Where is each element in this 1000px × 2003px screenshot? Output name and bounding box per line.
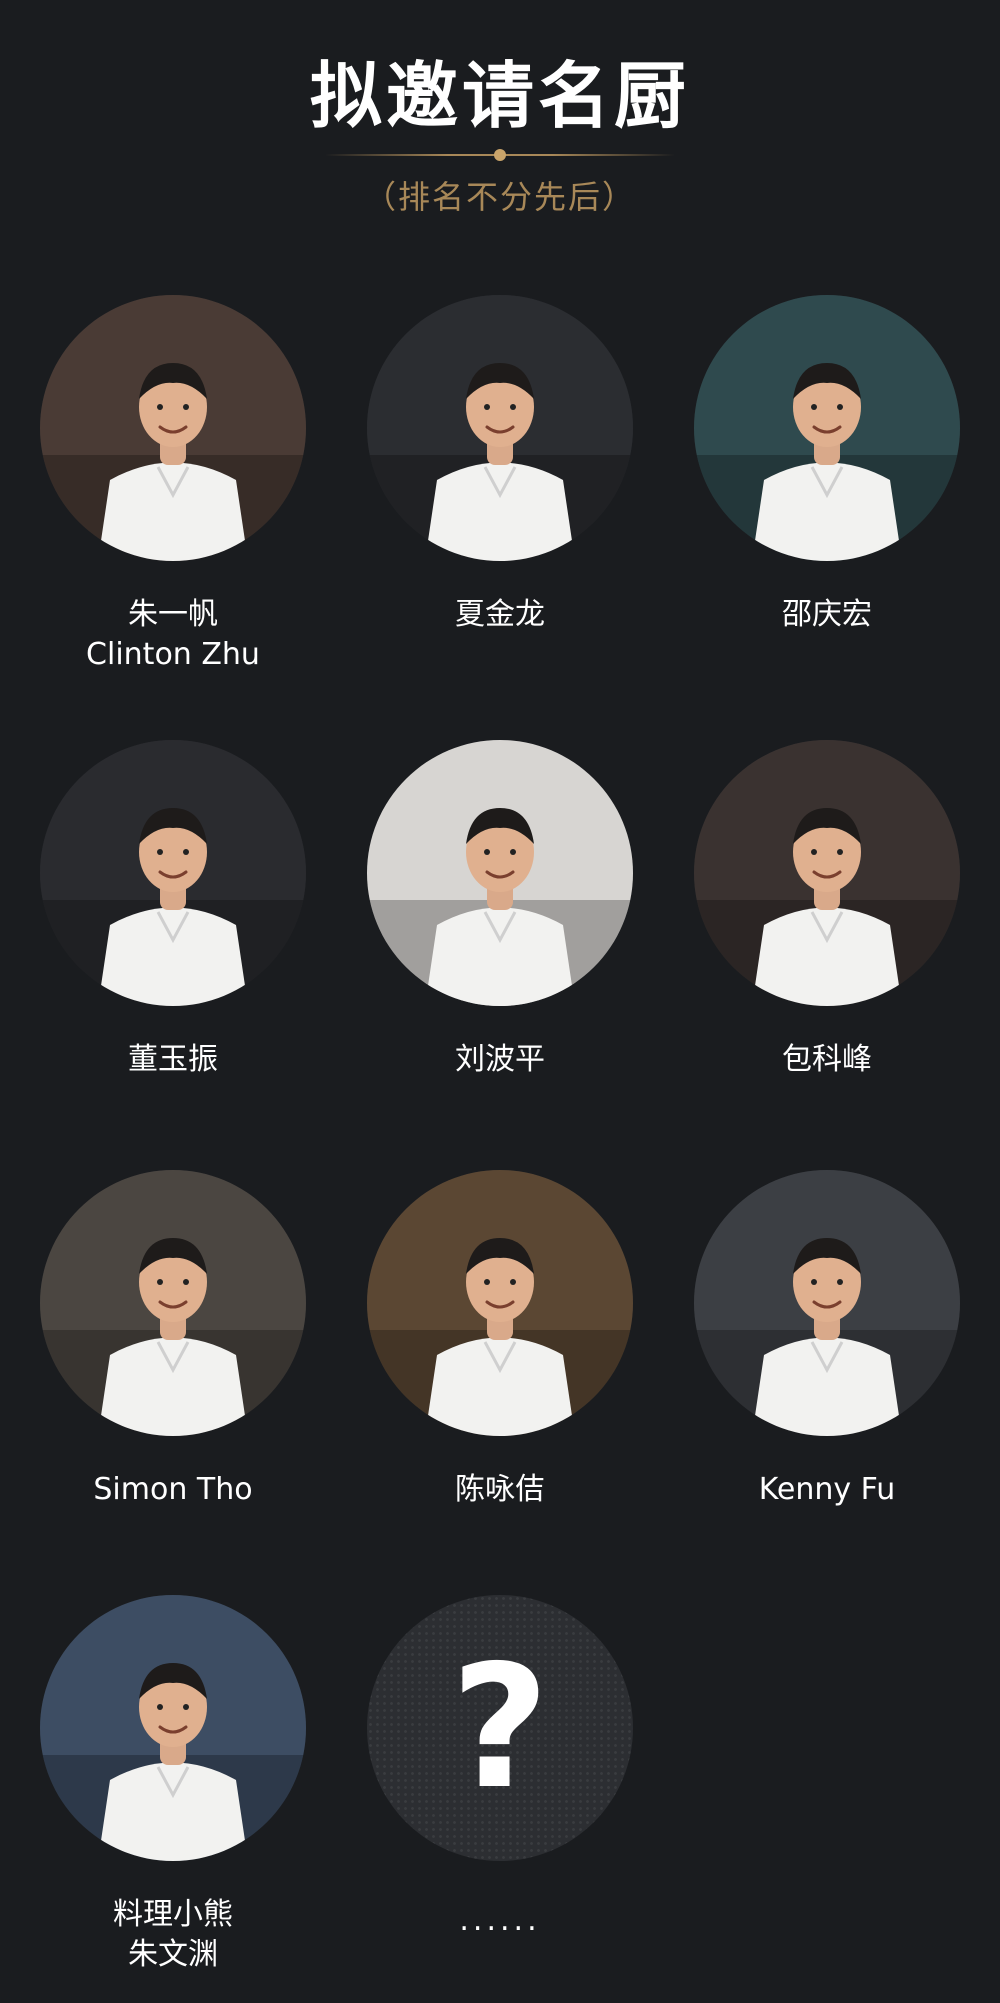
chef-portrait: [40, 295, 306, 561]
chef-name-line1: Kenny Fu: [758, 1472, 896, 1507]
chef-name: 陈咏佶: [350, 1470, 650, 1510]
chef-coat: [425, 907, 575, 1006]
page-subtitle: （排名不分先后）: [363, 178, 636, 216]
chef-eye: [157, 1704, 163, 1710]
chef-name: 刘波平: [350, 1040, 650, 1080]
chef-portrait: [367, 1170, 633, 1436]
chef-coat: [752, 462, 902, 561]
chef-portrait: [40, 1595, 306, 1861]
chef-name-line1: 董玉振: [128, 1042, 218, 1077]
chef-name: Kenny Fu: [677, 1470, 977, 1510]
chef-portrait: [367, 295, 633, 561]
chef-name-line2: Clinton Zhu: [86, 637, 260, 672]
chef-photo: [367, 740, 633, 1006]
chef-eye: [510, 1279, 516, 1285]
chef-eye: [484, 404, 490, 410]
chef-eye: [510, 849, 516, 855]
chef-name-line1: 刘波平: [455, 1042, 545, 1077]
chef-eye: [484, 849, 490, 855]
chef-eye: [183, 404, 189, 410]
chef-name-line1: 朱一帆: [128, 597, 218, 632]
chef-photo: [367, 295, 633, 561]
chef-eye: [157, 404, 163, 410]
chef-name: 料理小熊 朱文渊: [23, 1895, 323, 1975]
chef-card[interactable]: Kenny Fu: [677, 1170, 977, 1510]
chef-name-line1: 料理小熊: [113, 1897, 233, 1932]
chef-portrait: [40, 740, 306, 1006]
chef-photo: [694, 295, 960, 561]
chef-photo: [40, 1595, 306, 1861]
question-mark-icon: ?: [450, 1629, 550, 1827]
chef-card[interactable]: 刘波平: [350, 740, 650, 1080]
chef-eye: [484, 1279, 490, 1285]
chef-card[interactable]: 陈咏佶: [350, 1170, 650, 1510]
chef-name: 包科峰: [677, 1040, 977, 1080]
chef-card[interactable]: Simon Tho: [23, 1170, 323, 1510]
chef-name: 朱一帆 Clinton Zhu: [23, 595, 323, 675]
page-header: 拟邀请名厨 （排名不分先后）: [0, 0, 1000, 240]
mystery-label: ......: [459, 1903, 541, 1938]
chef-name: Simon Tho: [23, 1470, 323, 1510]
mystery-avatar: ?: [367, 1595, 633, 1861]
chef-name: 董玉振: [23, 1040, 323, 1080]
chef-coat: [752, 907, 902, 1006]
chef-name-line1: 陈咏佶: [455, 1472, 545, 1507]
chef-eye: [183, 849, 189, 855]
chef-eye: [183, 1279, 189, 1285]
chef-name-line2: 朱文渊: [128, 1937, 218, 1972]
chef-card[interactable]: 邵庆宏: [677, 295, 977, 635]
chef-portrait: [694, 1170, 960, 1436]
chef-name: 邵庆宏: [677, 595, 977, 635]
chef-coat: [98, 907, 248, 1006]
chef-photo: [40, 1170, 306, 1436]
chef-portrait: [367, 740, 633, 1006]
chef-coat: [98, 1762, 248, 1861]
chef-eye: [811, 1279, 817, 1285]
chef-coat: [425, 1337, 575, 1436]
chef-eye: [183, 1704, 189, 1710]
chef-name: 夏金龙: [350, 595, 650, 635]
chef-name-line1: Simon Tho: [93, 1472, 253, 1507]
chef-portrait: [694, 295, 960, 561]
chef-photo: [694, 740, 960, 1006]
chef-eye: [157, 849, 163, 855]
chef-eye: [157, 1279, 163, 1285]
chef-eye: [811, 404, 817, 410]
chef-eye: [837, 404, 843, 410]
chef-card[interactable]: 夏金龙: [350, 295, 650, 635]
chef-photo: [40, 295, 306, 561]
chef-card[interactable]: 包科峰: [677, 740, 977, 1080]
chef-name-line1: 包科峰: [782, 1042, 872, 1077]
chef-name-line1: 邵庆宏: [782, 597, 872, 632]
chef-eye: [811, 849, 817, 855]
chef-photo: [694, 1170, 960, 1436]
chef-photo: [40, 740, 306, 1006]
chef-eye: [837, 849, 843, 855]
mystery-chef-card[interactable]: ? ......: [350, 1595, 650, 1941]
chef-coat: [98, 1337, 248, 1436]
chef-card[interactable]: 董玉振: [23, 740, 323, 1080]
divider-dot-icon: [494, 149, 506, 161]
chef-name-line1: 夏金龙: [455, 597, 545, 632]
chef-portrait: [40, 1170, 306, 1436]
chef-card[interactable]: 料理小熊 朱文渊: [23, 1595, 323, 1975]
chef-coat: [752, 1337, 902, 1436]
chef-portrait: [694, 740, 960, 1006]
chef-eye: [837, 1279, 843, 1285]
chef-coat: [425, 462, 575, 561]
chef-card[interactable]: 朱一帆 Clinton Zhu: [23, 295, 323, 675]
chef-photo: [367, 1170, 633, 1436]
chef-eye: [510, 404, 516, 410]
page-title: 拟邀请名厨: [309, 54, 690, 138]
chef-coat: [98, 462, 248, 561]
